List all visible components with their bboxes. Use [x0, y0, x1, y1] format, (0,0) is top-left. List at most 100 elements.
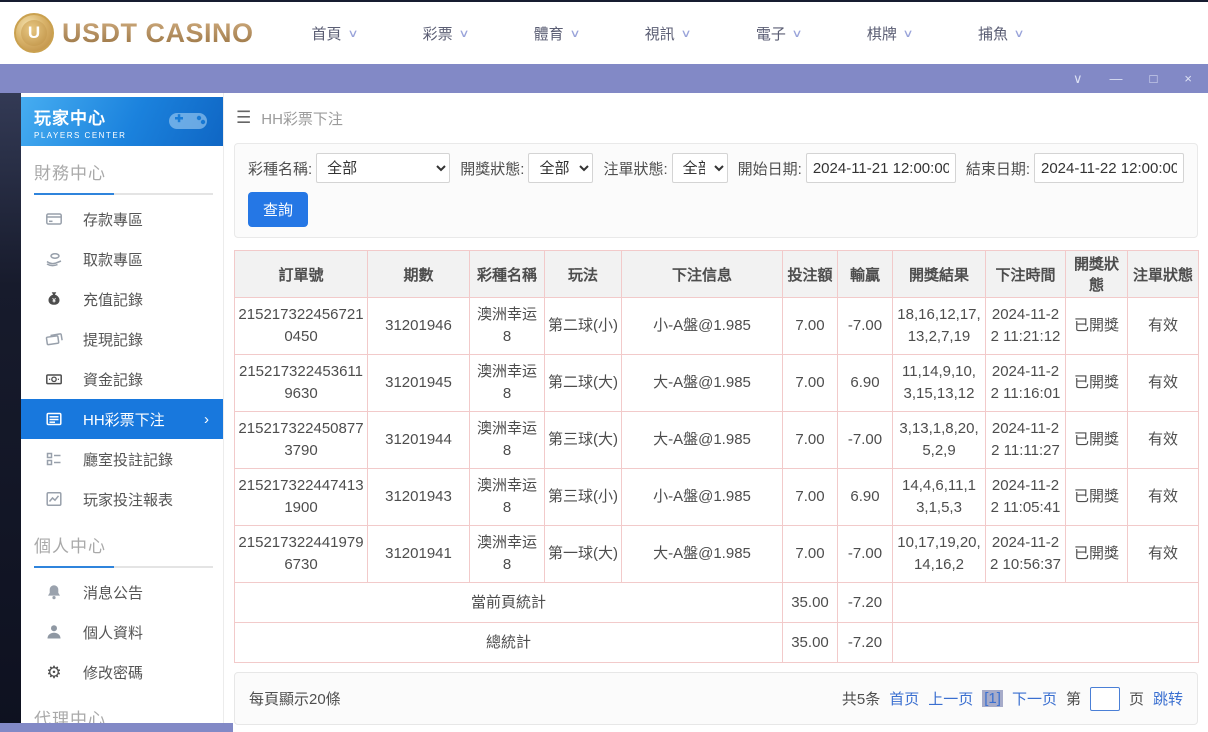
end-date-input[interactable] [1034, 153, 1184, 183]
coin-letter: U [21, 20, 47, 46]
top-navigation: U USDT CASINO 首頁 ∨ 彩票 ∨ 體育 ∨ 視訊 ∨ 電子 ∨ 棋… [0, 0, 1208, 64]
cell-result: 14,4,6,11,13,1,5,3 [892, 468, 986, 526]
sidebar-item-announcements[interactable]: 消息公告 [21, 572, 223, 612]
draw-status-select[interactable]: 全部 [528, 153, 594, 183]
window-maximize-icon[interactable]: □ [1150, 72, 1158, 85]
nav-item-chess[interactable]: 棋牌 ∨ [867, 23, 914, 44]
cell-order-status: 有效 [1127, 297, 1199, 355]
prev-page-link[interactable]: 上一页 [928, 688, 973, 709]
sidebar-item-player-bet-report[interactable]: 玩家投注報表 [21, 479, 223, 519]
cell-draw-status: 已開獎 [1065, 297, 1128, 355]
nav-label: 視訊 [644, 25, 675, 43]
cell-amount: 7.00 [782, 525, 838, 583]
sidebar-item-room-bet-record[interactable]: 廳室投註記錄 [21, 439, 223, 479]
window-close-icon[interactable]: × [1184, 72, 1192, 85]
cell-result: 18,16,12,17,13,2,7,19 [892, 297, 986, 355]
jump-link[interactable]: 跳转 [1153, 688, 1183, 709]
sidebar-item-change-password[interactable]: ⚙ 修改密碼 [21, 652, 223, 692]
breadcrumb: ☰ HH彩票下注 [224, 93, 1208, 143]
table-row: 2152173224474131900 31201943 澳洲幸运8 第三球(小… [234, 468, 1199, 526]
lottery-name-select[interactable]: 全部 [316, 153, 451, 183]
chevron-down-icon: ∨ [791, 27, 803, 40]
current-page-indicator: [1] [982, 690, 1003, 707]
pagination-controls: 共5条 首页 上一页 [1] 下一页 第 页 跳转 [842, 686, 1183, 711]
background-strip [0, 93, 21, 732]
nav-item-electronic[interactable]: 電子 ∨ [756, 23, 803, 44]
pagination-bar: 每頁顯示20條 共5条 首页 上一页 [1] 下一页 第 页 跳转 [234, 672, 1198, 725]
summary-win-loss: -7.20 [837, 622, 893, 663]
sidebar-item-recharge-record[interactable]: ¥ 充值記錄 [21, 279, 223, 319]
search-button[interactable]: 查詢 [248, 192, 309, 227]
summary-amount: 35.00 [782, 582, 838, 623]
cell-lottery: 澳洲幸运8 [469, 354, 545, 412]
chevron-down-icon: ∨ [569, 27, 581, 40]
col-order-status: 注單狀態 [1127, 250, 1199, 298]
start-date-input[interactable] [805, 153, 956, 183]
summary-win-loss: -7.20 [837, 582, 893, 623]
nav-item-fishing[interactable]: 捕魚 ∨ [977, 23, 1025, 44]
main-menu: 首頁 ∨ 彩票 ∨ 體育 ∨ 視訊 ∨ 電子 ∨ 棋牌 ∨ 捕魚 ∨ [311, 23, 1025, 44]
profile-icon [45, 623, 63, 641]
window-titlebar: ∨ — □ × [0, 64, 1208, 93]
menu-toggle-icon[interactable]: ☰ [236, 108, 251, 128]
nav-item-sports[interactable]: 體育 ∨ [534, 23, 581, 44]
room-bet-record-icon [45, 450, 63, 468]
chevron-down-icon: ∨ [680, 27, 692, 40]
page-number-input[interactable] [1089, 686, 1120, 711]
lottery-name-label: 彩種名稱: [248, 160, 313, 178]
withdrawal-record-icon [45, 330, 63, 348]
window-minimize-icon[interactable]: — [1110, 72, 1123, 85]
col-amount: 投注額 [782, 250, 838, 298]
cell-play: 第二球(大) [544, 354, 622, 412]
cell-order-id: 2152173224508773790 [234, 411, 368, 469]
nav-item-lottery[interactable]: 彩票 ∨ [423, 23, 470, 44]
nav-label: 首頁 [311, 25, 342, 43]
next-page-link[interactable]: 下一页 [1012, 688, 1057, 709]
cell-bet-info: 小-A盤@1.985 [621, 468, 783, 526]
cell-play: 第二球(小) [544, 297, 622, 355]
start-date-label: 開始日期: [737, 160, 802, 178]
cell-win-loss: -7.00 [837, 297, 893, 355]
cell-period: 31201946 [367, 297, 470, 355]
chevron-down-icon: ∨ [902, 27, 914, 40]
table-row: 2152173224536119630 31201945 澳洲幸运8 第二球(大… [234, 354, 1199, 412]
section-divider [34, 193, 213, 195]
announcement-icon [45, 583, 63, 601]
col-period: 期數 [367, 250, 470, 298]
chevron-down-icon: ∨ [1013, 27, 1025, 40]
cell-order-id: 2152173224536119630 [234, 354, 368, 412]
chevron-right-icon: › [204, 410, 209, 428]
window-dropdown-icon[interactable]: ∨ [1073, 72, 1083, 85]
order-status-select[interactable]: 全部 [671, 153, 728, 183]
coin-logo-icon: U [14, 13, 54, 53]
cell-period: 31201943 [367, 468, 470, 526]
first-page-link[interactable]: 首页 [889, 688, 919, 709]
nav-label: 捕魚 [977, 25, 1008, 43]
table-row: 2152173224567210450 31201946 澳洲幸运8 第二球(小… [234, 297, 1199, 355]
nav-item-home[interactable]: 首頁 ∨ [311, 23, 359, 44]
sidebar-item-hh-lottery-bet[interactable]: HH彩票下注 › [21, 399, 223, 439]
players-center-header: 玩家中心 PLAYERS CENTER [21, 97, 223, 146]
per-page-info: 每頁顯示20條 [249, 691, 341, 708]
cell-bet-info: 大-A盤@1.985 [621, 411, 783, 469]
sidebar-item-label: 廳室投註記錄 [83, 451, 174, 469]
cell-order-status: 有效 [1127, 354, 1199, 412]
content-area: ☰ HH彩票下注 彩種名稱: 全部 開獎狀態: 全部 注單狀態: 全部 開始日期… [224, 93, 1208, 732]
col-bet-info: 下注信息 [621, 250, 783, 298]
brand-logo[interactable]: U USDT CASINO [14, 13, 254, 53]
cell-win-loss: -7.00 [837, 411, 893, 469]
col-order-id: 訂單號 [234, 250, 368, 298]
table-header-row: 訂單號 期數 彩種名稱 玩法 下注信息 投注額 輸贏 開獎結果 下注時間 開獎狀… [234, 250, 1199, 298]
summary-amount: 35.00 [782, 622, 838, 663]
sidebar-item-funds-record[interactable]: 資金記錄 [21, 359, 223, 399]
col-draw-status: 開獎狀態 [1065, 250, 1128, 298]
sidebar-item-profile[interactable]: 個人資料 [21, 612, 223, 652]
nav-item-video[interactable]: 視訊 ∨ [644, 23, 692, 44]
cell-result: 11,14,9,10,3,15,13,12 [892, 354, 986, 412]
cell-order-status: 有效 [1127, 411, 1199, 469]
cell-lottery: 澳洲幸运8 [469, 411, 545, 469]
cell-bet-info: 小-A盤@1.985 [621, 297, 783, 355]
sidebar-item-withdraw[interactable]: 取款專區 [21, 239, 223, 279]
sidebar-item-deposit[interactable]: 存款專區 [21, 199, 223, 239]
sidebar-item-withdrawal-record[interactable]: 提現記錄 [21, 319, 223, 359]
